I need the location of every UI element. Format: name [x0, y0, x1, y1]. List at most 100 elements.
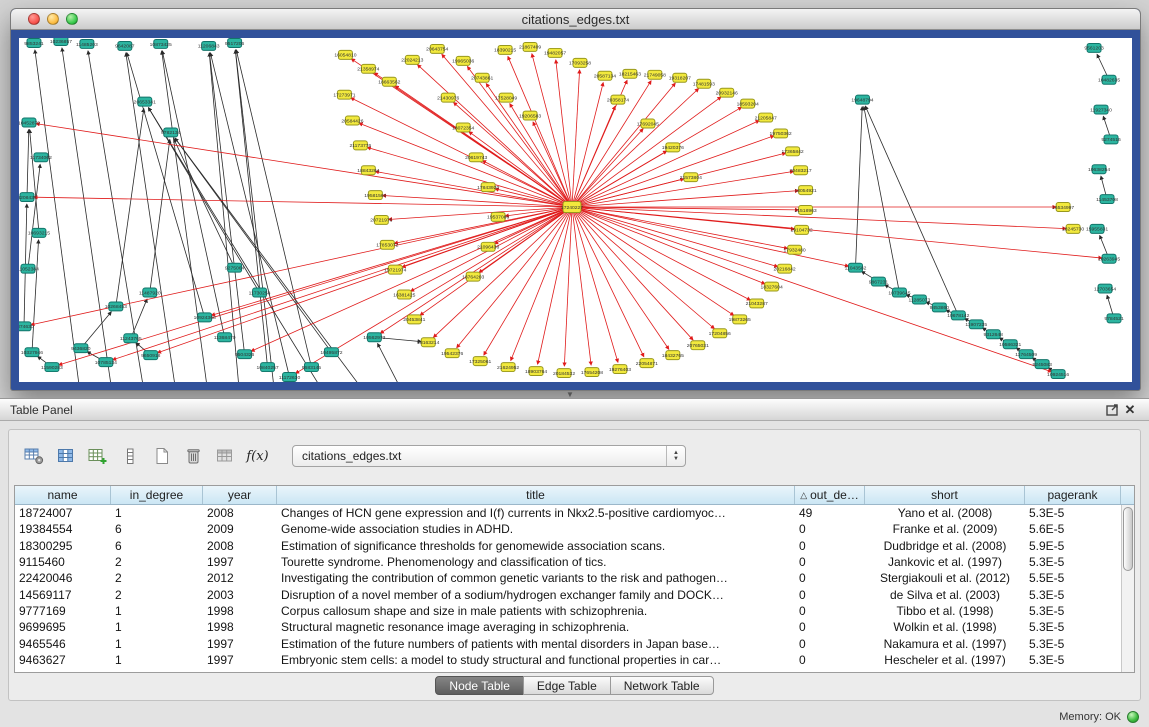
zoom-window-button[interactable] — [66, 13, 78, 25]
column-header-pagerank[interactable]: pagerank — [1025, 486, 1121, 504]
table-header: namein_degreeyeartitle△out_de…shortpager… — [15, 486, 1134, 505]
network-canvas[interactable]: 1724022716054810213589741866356222024213… — [19, 38, 1132, 382]
close-window-button[interactable] — [28, 13, 40, 25]
graph-node-label: 17240227 — [561, 205, 583, 211]
column-header-year[interactable]: year — [203, 486, 277, 504]
cell-year: 2009 — [203, 522, 277, 536]
graph-node-label: 10678142 — [947, 313, 969, 319]
graph-node-label: 11734062 — [30, 155, 52, 161]
cell-name: 9465546 — [15, 637, 111, 651]
window-title: citations_edges.txt — [11, 12, 1140, 27]
cell-pagerank: 5.3E-5 — [1025, 506, 1121, 520]
graph-node-label: 9561203 — [1084, 46, 1104, 52]
cell-in_degree: 1 — [111, 506, 203, 520]
graph-node-label: 19721974 — [384, 267, 406, 273]
cell-in_degree: 2 — [111, 571, 203, 585]
graph-node-label: 19206583 — [519, 113, 541, 119]
graph-node-label: 10785134 — [95, 360, 117, 366]
function-builder-icon: f(x) — [246, 449, 268, 464]
graph-node-label: 18764203 — [462, 274, 484, 280]
table-row[interactable]: 1938455462009Genome-wide association stu… — [15, 521, 1121, 537]
cell-out_degree: 0 — [795, 604, 865, 618]
graph-node-label: 17365842 — [782, 149, 804, 155]
cell-short: Wolkin et al. (1998) — [865, 620, 1025, 634]
table-options-button[interactable] — [20, 444, 47, 469]
new-table-button[interactable] — [148, 444, 175, 469]
graph-node-label: 19581569 — [364, 193, 386, 199]
graph-edge — [572, 207, 644, 357]
table-row[interactable]: 1830029562008Estimation of significance … — [15, 538, 1121, 554]
table-selector[interactable]: citations_edges.txt ▲▼ — [292, 445, 686, 467]
graph-edge — [150, 139, 170, 292]
cell-title: Estimation of significance thresholds fo… — [277, 539, 795, 553]
graph-edge — [538, 207, 572, 364]
new-column-icon — [88, 448, 107, 465]
cell-title: Estimation of the future numbers of pati… — [277, 637, 795, 651]
cell-out_degree: 0 — [795, 555, 865, 569]
cell-pagerank: 5.3E-5 — [1025, 604, 1121, 618]
graph-edge — [572, 207, 849, 266]
tab-network-table[interactable]: Network Table — [610, 676, 714, 695]
table-row[interactable]: 2242004622012Investigating the contribut… — [15, 570, 1121, 586]
graph-node-label: 16381425 — [393, 292, 415, 298]
graph-node-label: 18163214 — [417, 340, 439, 346]
graph-node-label: 10924516 — [1047, 372, 1069, 378]
column-header-title[interactable]: title — [277, 486, 795, 504]
delete-table-button[interactable] — [180, 444, 207, 469]
float-panel-icon[interactable] — [1103, 402, 1121, 418]
import-table-button[interactable] — [212, 444, 239, 469]
minimize-window-button[interactable] — [47, 13, 59, 25]
graph-node-label: 17853072 — [376, 243, 398, 249]
scrollbar-thumb[interactable] — [1123, 507, 1133, 571]
table-selector-value: citations_edges.txt — [302, 449, 401, 463]
cell-title: Genome-wide association studies in ADHD. — [277, 522, 795, 536]
graph-node-label: 19104732 — [791, 228, 813, 234]
graph-edge — [556, 60, 572, 207]
column-header-out_de[interactable]: △out_de… — [795, 486, 865, 504]
cell-short: Nakamura et al. (1997) — [865, 637, 1025, 651]
network-window[interactable]: citations_edges.txt 17240227160548102135… — [10, 8, 1141, 391]
close-panel-icon[interactable]: ✕ — [1121, 402, 1139, 418]
new-column-button[interactable] — [84, 444, 111, 469]
table-row[interactable]: 977716911998Corpus callosum shape and si… — [15, 603, 1121, 619]
graph-node-label: 9245083 — [1032, 362, 1052, 368]
cell-in_degree: 1 — [111, 604, 203, 618]
graph-node-label: 18327604 — [761, 284, 783, 290]
cell-title: Investigating the contribution of common… — [277, 571, 795, 585]
column-header-in_degree[interactable]: in_degree — [111, 486, 203, 504]
graph-node-label: 20184532 — [553, 371, 575, 377]
table-row[interactable]: 969969511998Structural magnetic resonanc… — [15, 619, 1121, 635]
cell-year: 2008 — [203, 506, 277, 520]
table-tabs: Node TableEdge TableNetwork Table — [0, 676, 1149, 695]
network-view[interactable]: 1724022716054810213589741866356222024213… — [19, 38, 1132, 382]
graph-node-label: 10873425 — [150, 42, 172, 48]
table-row[interactable]: 946554611997Estimation of the future num… — [15, 635, 1121, 651]
table-row[interactable]: 911546021997Tourette syndrome. Phenomeno… — [15, 554, 1121, 570]
graph-node-label: 9275064 — [225, 265, 245, 271]
cell-out_degree: 0 — [795, 653, 865, 667]
graph-node-label: 9782134 — [161, 130, 181, 136]
cell-pagerank: 5.5E-5 — [1025, 571, 1121, 585]
graph-node-label: 11487920 — [139, 290, 161, 296]
tab-node-table[interactable]: Node Table — [435, 676, 524, 695]
graph-node-label: 16054810 — [334, 53, 356, 59]
show-columns-button[interactable] — [52, 444, 79, 469]
graph-node-label: 11206843 — [198, 44, 220, 50]
graph-node-label: 19276403 — [609, 367, 631, 373]
graph-node-label: 18072354 — [452, 125, 474, 131]
attribute-table: namein_degreeyeartitle△out_de…shortpager… — [14, 485, 1135, 673]
table-row[interactable]: 1872400712008Changes of HCN gene express… — [15, 505, 1121, 521]
graph-edge — [236, 50, 311, 367]
cell-title: Embryonic stem cells: a model to study s… — [277, 653, 795, 667]
column-header-name[interactable]: name — [15, 486, 111, 504]
column-header-short[interactable]: short — [865, 486, 1025, 504]
row-selection-button[interactable] — [116, 444, 143, 469]
table-row[interactable]: 946362711997Embryonic stem cells: a mode… — [15, 652, 1121, 668]
function-builder-button[interactable]: f(x) — [244, 444, 271, 469]
table-row[interactable]: 1456911722003Disruption of a novel membe… — [15, 586, 1121, 602]
tab-edge-table[interactable]: Edge Table — [523, 676, 611, 695]
vertical-scrollbar[interactable] — [1121, 505, 1134, 672]
window-titlebar[interactable]: citations_edges.txt — [11, 9, 1140, 30]
graph-node-label: 18245730 — [1062, 227, 1084, 233]
combo-stepper-icon: ▲▼ — [666, 446, 685, 466]
